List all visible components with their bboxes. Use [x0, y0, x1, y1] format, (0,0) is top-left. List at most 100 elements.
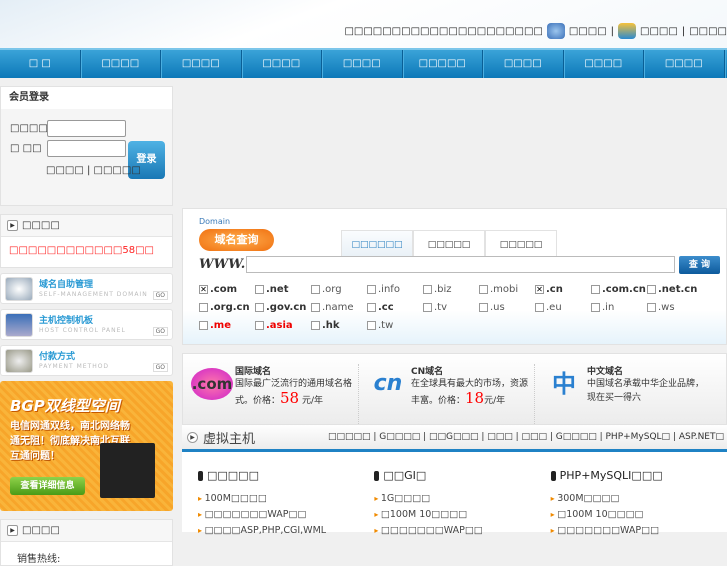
checkbox[interactable]	[647, 302, 656, 312]
tld-option[interactable]: .info	[367, 280, 423, 298]
top-link-2[interactable]: □□□□	[640, 26, 678, 37]
plan-feature: 1G□□□□	[374, 493, 550, 509]
domain-promos: .com 国际域名 国际最广泛流行的通用域名格式。价格：58 元/年 cn CN…	[182, 353, 727, 425]
domain-input[interactable]	[246, 256, 675, 273]
notice-panel: ▶ □□□□ □□□□□□□□□□□□58□□	[0, 214, 173, 268]
com-logo: .com	[191, 368, 233, 400]
query-button[interactable]: 查 询	[679, 256, 720, 274]
checkbox[interactable]	[367, 320, 376, 330]
tld-option[interactable]: .me	[199, 316, 255, 334]
cn-logo: cn	[373, 371, 403, 396]
tld-option[interactable]: .asia	[255, 316, 311, 334]
tld-option[interactable]: .net.cn	[647, 280, 703, 298]
tld-option[interactable]: .tw	[367, 316, 423, 334]
quicklink-title: 主机控制机板	[39, 316, 94, 326]
checkbox[interactable]	[255, 284, 264, 294]
quicklink-payment[interactable]: 付款方式 PAYMENT METHOD GO	[0, 345, 173, 376]
tab-3[interactable]: □□□□□	[485, 230, 557, 258]
username-input[interactable]	[47, 120, 126, 137]
tld-option[interactable]: .name	[311, 298, 367, 316]
checkbox[interactable]	[311, 284, 320, 294]
tab-1[interactable]: □□□□□□	[341, 230, 413, 258]
tld-option[interactable]: .net	[255, 280, 311, 298]
plan-name: PHP+MySQLI□□□	[559, 469, 663, 482]
nav-item[interactable]: □□□□	[483, 50, 564, 78]
tld-option[interactable]: .eu	[535, 298, 591, 316]
tld-label: .info	[378, 283, 400, 295]
phone-icon	[546, 23, 565, 39]
checkbox[interactable]	[311, 302, 320, 312]
tld-option[interactable]: ✕ .com	[199, 280, 255, 298]
tld-option[interactable]: .gov.cn	[255, 298, 311, 316]
plan-3[interactable]: PHP+MySQLI□□□ 300M□□□□□100M 10□□□□□□□□□□…	[550, 469, 727, 536]
plan-feature: □□□□ASP,PHP,CGI,WML	[198, 525, 374, 541]
nav-item[interactable]: □□□□	[644, 50, 725, 78]
register-link[interactable]: □□□□□	[94, 165, 141, 176]
nav-item[interactable]: □□□□	[242, 50, 322, 78]
checkbox[interactable]	[255, 320, 264, 330]
tld-option[interactable]: .us	[479, 298, 535, 316]
promo-chinese[interactable]: 中 中文域名 中国域名承载中华企业品牌，现在买一得六	[535, 364, 711, 424]
checkbox[interactable]	[367, 284, 376, 294]
checkbox[interactable]	[591, 302, 600, 312]
nav-item[interactable]: □□□□	[81, 50, 161, 78]
plan-name: □□□□□	[207, 469, 259, 482]
checkbox[interactable]	[367, 302, 376, 312]
checkbox[interactable]	[199, 302, 208, 312]
pill-icon	[550, 470, 556, 481]
checkbox[interactable]	[479, 284, 488, 294]
tld-option[interactable]: .com.cn	[591, 280, 647, 298]
checkbox[interactable]: ✕	[199, 284, 208, 294]
banner-details-button[interactable]: 查看详细信息	[10, 477, 85, 495]
quicklink-host[interactable]: 主机控制机板 HOST CONTROL PANEL GO	[0, 309, 173, 340]
nav-item[interactable]: □□□□	[564, 50, 644, 78]
tld-label: .gov.cn	[266, 301, 307, 313]
hosting-links[interactable]: □□□□□ | G□□□□ | □□G□□□ | □□□ | □□□ | G□□…	[328, 432, 724, 442]
checkbox[interactable]	[255, 302, 264, 312]
checkbox[interactable]	[423, 302, 432, 312]
top-link-3[interactable]: □□□□	[689, 26, 727, 37]
promo-com[interactable]: .com 国际域名 国际最广泛流行的通用域名格式。价格：58 元/年	[183, 364, 359, 424]
tld-option[interactable]: .in	[591, 298, 647, 316]
tld-option[interactable]: ✕ .cn	[535, 280, 591, 298]
nav-item[interactable]: □□□□□	[403, 50, 483, 78]
top-link-1[interactable]: □□□□	[569, 26, 607, 37]
password-input[interactable]	[47, 140, 126, 157]
plan-feature: □100M 10□□□□	[374, 509, 550, 525]
checkbox[interactable]	[199, 320, 208, 330]
promo-cn[interactable]: cn CN域名 在全球具有最大的市场，资源丰富。价格：18元/年	[359, 364, 535, 424]
tld-option[interactable]: .ws	[647, 298, 703, 316]
forgot-link[interactable]: □□□□	[46, 165, 84, 176]
nav-item[interactable]: □□□□	[161, 50, 242, 78]
notice-text[interactable]: □□□□□□□□□□□□58□□	[1, 237, 172, 267]
main-content: Domain 域名查询 □□□□□□ □□□□□ □□□□□ WWW. 查 询 …	[182, 208, 727, 536]
domain-search-panel: Domain 域名查询 □□□□□□ □□□□□ □□□□□ WWW. 查 询 …	[182, 208, 727, 345]
checkbox[interactable]	[311, 320, 320, 330]
tab-2[interactable]: □□□□□	[413, 230, 485, 258]
tld-option[interactable]: .org	[311, 280, 367, 298]
nav-item[interactable]: □□□□	[322, 50, 403, 78]
plan-2[interactable]: □□GI□ 1G□□□□□100M 10□□□□□□□□□□□WAP□□	[374, 469, 550, 536]
tld-label: .name	[322, 301, 354, 313]
checkbox[interactable]	[479, 302, 488, 312]
nav-home[interactable]: □ □	[0, 50, 81, 78]
tld-label: .me	[210, 319, 232, 331]
tld-option[interactable]: .hk	[311, 316, 367, 334]
checkbox[interactable]	[535, 302, 544, 312]
tld-option[interactable]: .mobi	[479, 280, 535, 298]
checkbox[interactable]	[647, 284, 656, 294]
quicklink-domain[interactable]: 域名自助管理 SELF-MANAGEMENT DOMAIN GO	[0, 273, 173, 304]
tld-option[interactable]: .org.cn	[199, 298, 255, 316]
tld-option[interactable]: .tv	[423, 298, 479, 316]
tld-option[interactable]: .biz	[423, 280, 479, 298]
checkbox[interactable]: ✕	[535, 284, 544, 294]
checkbox[interactable]	[591, 284, 600, 294]
plan-1[interactable]: □□□□□ 100M□□□□□□□□□□□WAP□□□□□□ASP,PHP,CG…	[198, 469, 374, 536]
pill-icon	[374, 470, 380, 481]
tld-label: .in	[602, 301, 615, 313]
bgp-banner[interactable]: BGP双线型空间 电信网通双线，南北网络畅通无阻！彻底解决南北互联互通问题！ 查…	[0, 381, 173, 511]
tld-label: .org	[322, 283, 342, 295]
checkbox[interactable]	[423, 284, 432, 294]
tld-option[interactable]: .cc	[367, 298, 423, 316]
quicklink-title: 付款方式	[39, 352, 76, 362]
